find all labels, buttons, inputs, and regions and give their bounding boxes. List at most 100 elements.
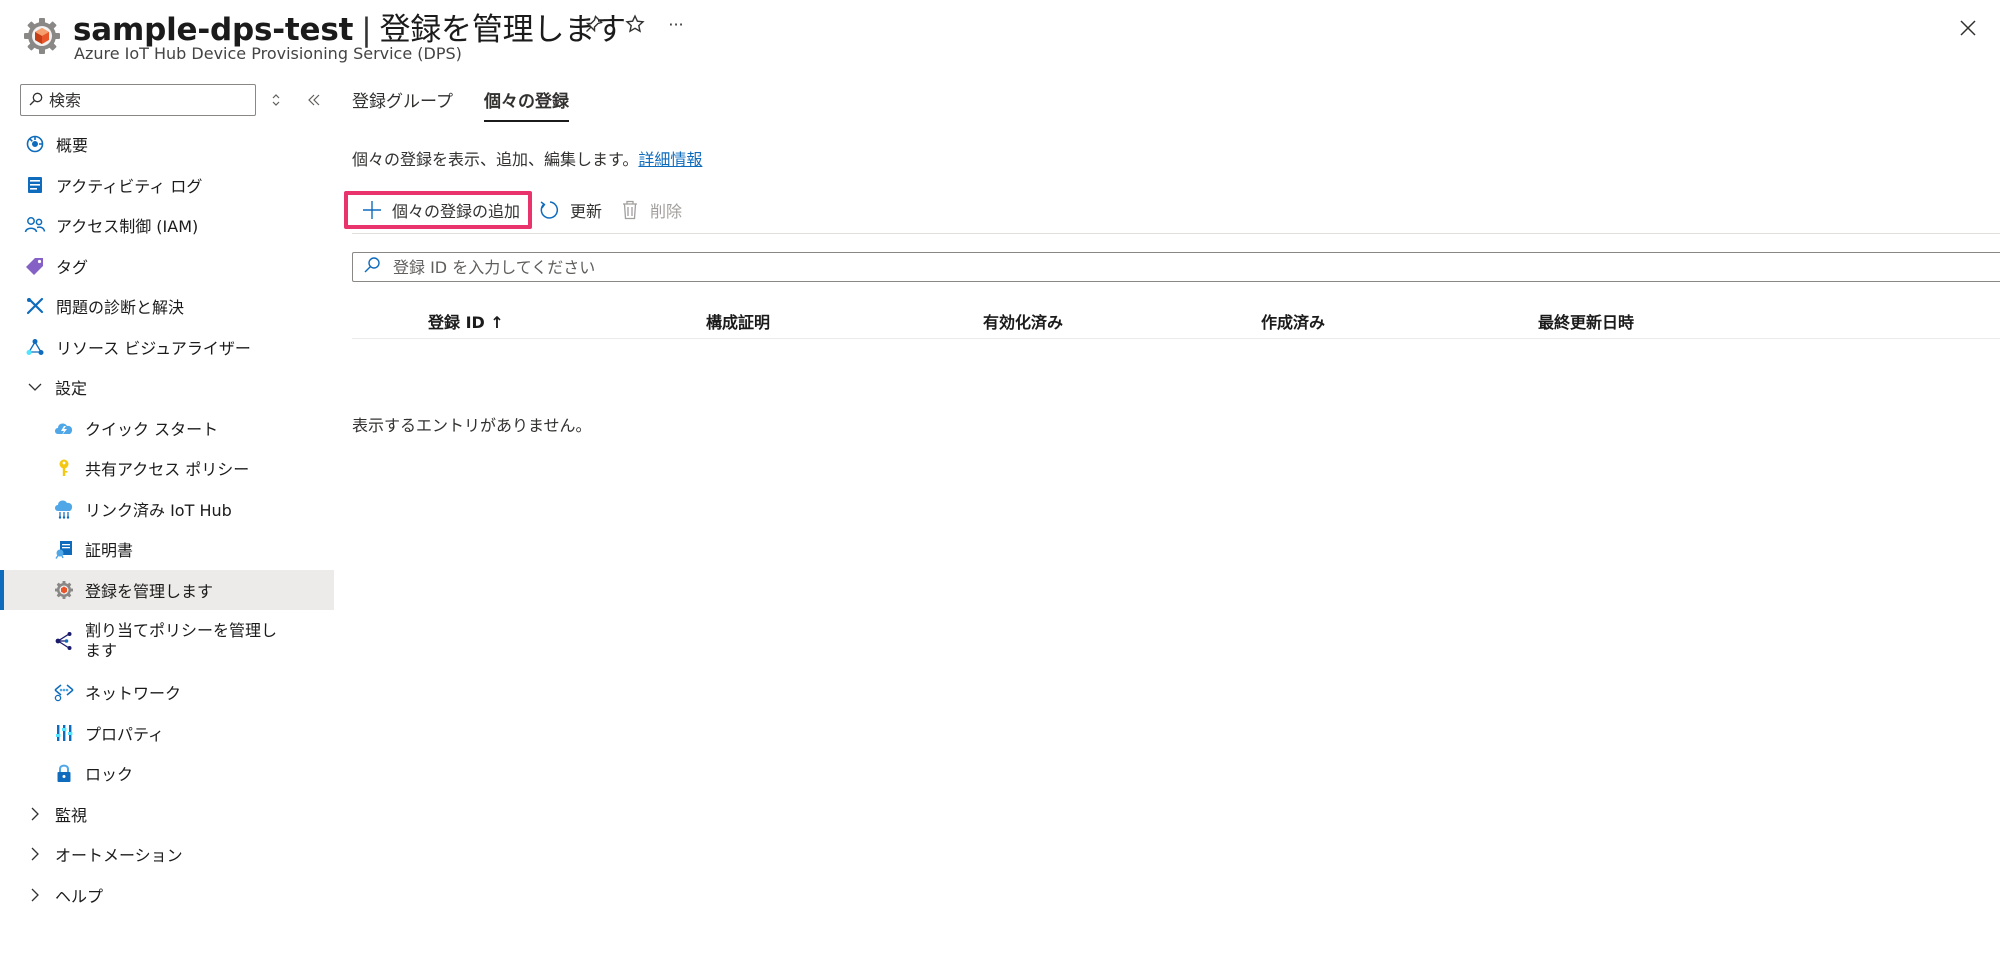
- menu-item-label: 概要: [56, 136, 89, 156]
- tag-icon: [24, 255, 46, 277]
- menu-item-label: タグ: [56, 257, 89, 277]
- command-bar: 個々の登録の追加 更新 削除: [344, 190, 692, 230]
- dps-resource-icon: [22, 16, 62, 56]
- activity-log-icon: [24, 174, 46, 196]
- column-header-attestation[interactable]: 構成証明: [706, 309, 770, 333]
- menu-item-activity-log[interactable]: アクティビティ ログ: [0, 165, 334, 206]
- menu-item-networking[interactable]: ネットワーク: [0, 672, 334, 713]
- menu-item-overview[interactable]: 概要: [0, 124, 334, 165]
- menu-item-quick-start[interactable]: クイック スタート: [0, 408, 334, 449]
- menu-item-locks[interactable]: ロック: [0, 753, 334, 794]
- menu-group-help[interactable]: ヘルプ: [0, 875, 334, 916]
- column-header-created[interactable]: 作成済み: [1261, 309, 1325, 333]
- menu-item-diagnose[interactable]: 問題の診断と解決: [0, 286, 334, 327]
- refresh-icon: [538, 198, 562, 222]
- empty-table-message: 表示するエントリがありません。: [352, 416, 592, 435]
- allocation-icon: [53, 630, 75, 652]
- lock-icon: [53, 762, 75, 784]
- tab-individual-enrollments[interactable]: 個々の登録: [483, 80, 569, 122]
- enrollment-tabs: 登録グループ 個々の登録: [352, 80, 600, 124]
- menu-item-label: クイック スタート: [85, 419, 219, 439]
- menu-item-label: リンク済み IoT Hub: [85, 500, 232, 520]
- menu-item-tags[interactable]: タグ: [0, 246, 334, 287]
- menu-group-automation[interactable]: オートメーション: [0, 834, 334, 875]
- learn-more-link[interactable]: 詳細情報: [638, 150, 702, 169]
- refresh-button-label: 更新: [570, 202, 603, 221]
- menu-item-label: 証明書: [85, 541, 134, 561]
- page-title: sample-dps-test | 登録を管理します: [73, 4, 626, 49]
- search-icon: [363, 256, 381, 278]
- menu-item-label: 共有アクセス ポリシー: [85, 460, 250, 480]
- pin-icon[interactable]: [580, 10, 608, 38]
- menu-item-label: プロパティ: [85, 724, 165, 744]
- page-subtitle: Azure IoT Hub Device Provisioning Servic…: [74, 44, 462, 63]
- menu-item-certificates[interactable]: 証明書: [0, 529, 334, 570]
- add-individual-enrollment-button[interactable]: 個々の登録の追加: [344, 191, 533, 229]
- registration-id-filter-input[interactable]: [393, 257, 1893, 277]
- enrollment-filter-box[interactable]: [352, 252, 2000, 282]
- menu-group-label: 設定: [55, 379, 88, 399]
- chevron-right-icon: [24, 803, 46, 825]
- main-content: 登録グループ 個々の登録 個々の登録を表示、追加、編集します。詳細情報 個々の登…: [344, 80, 2000, 965]
- overview-icon: [24, 133, 46, 155]
- menu-item-resource-visualizer[interactable]: リソース ビジュアライザー: [0, 327, 334, 368]
- more-options-icon[interactable]: ···: [662, 10, 690, 38]
- star-icon[interactable]: [621, 10, 649, 38]
- table-header: 登録 ID ↑ 構成証明 有効化済み 作成済み 最終更新日時: [352, 305, 2000, 339]
- chevron-right-icon: [24, 843, 46, 865]
- menu-item-manage-enrollments[interactable]: 登録を管理します: [0, 569, 334, 610]
- resource-menu: 概要 アクティビティ ログ アクセス制御 (IAM): [0, 80, 334, 965]
- menu-item-label: アクセス制御 (IAM): [56, 217, 199, 237]
- quickstart-icon: [53, 417, 75, 439]
- menu-item-shared-access-policies[interactable]: 共有アクセス ポリシー: [0, 448, 334, 489]
- menu-item-label: ロック: [85, 765, 134, 785]
- add-button-label: 個々の登録の追加: [392, 202, 521, 221]
- visualizer-icon: [24, 336, 46, 358]
- menu-search-box[interactable]: [20, 84, 256, 116]
- menu-item-access-control[interactable]: アクセス制御 (IAM): [0, 205, 334, 246]
- menu-search-input[interactable]: [49, 90, 239, 110]
- properties-icon: [53, 722, 75, 744]
- page-description: 個々の登録を表示、追加、編集します。詳細情報: [352, 146, 702, 170]
- chevron-right-icon: [24, 884, 46, 906]
- menu-group-label: ヘルプ: [55, 886, 104, 906]
- menu-group-monitoring[interactable]: 監視: [0, 794, 334, 835]
- delete-button[interactable]: 削除: [612, 192, 692, 228]
- menu-item-properties[interactable]: プロパティ: [0, 713, 334, 754]
- gear-icon: [53, 579, 75, 601]
- title-separator: |: [361, 12, 372, 48]
- certificate-icon: [53, 538, 75, 560]
- menu-item-label: 登録を管理します: [85, 581, 214, 601]
- column-header-last-updated[interactable]: 最終更新日時: [1538, 309, 1634, 333]
- menu-item-label: 割り当てポリシーを管理します: [85, 621, 278, 660]
- plus-icon: [360, 198, 384, 222]
- tab-enrollment-groups[interactable]: 登録グループ: [352, 80, 453, 120]
- key-icon: [53, 457, 75, 479]
- column-header-registration-id[interactable]: 登録 ID ↑: [428, 309, 504, 333]
- menu-group-label: オートメーション: [55, 846, 183, 866]
- chevron-down-icon: [24, 376, 46, 398]
- menu-item-label: アクティビティ ログ: [56, 176, 203, 196]
- menu-item-label: リソース ビジュアライザー: [56, 338, 251, 358]
- menu-group-settings[interactable]: 設定: [0, 367, 334, 408]
- menu-group-label: 監視: [55, 805, 88, 825]
- sort-toggle-icon[interactable]: [264, 88, 288, 112]
- refresh-button[interactable]: 更新: [532, 192, 612, 228]
- collapse-menu-icon[interactable]: [302, 88, 326, 112]
- trash-icon: [618, 198, 642, 222]
- description-text: 個々の登録を表示、追加、編集します。: [352, 150, 639, 169]
- column-header-enabled[interactable]: 有効化済み: [983, 309, 1063, 333]
- menu-item-label: 問題の診断と解決: [56, 298, 185, 318]
- menu-item-manage-allocation-policy[interactable]: 割り当てポリシーを管理します: [0, 610, 334, 672]
- close-icon[interactable]: [1952, 12, 1984, 44]
- resource-name: sample-dps-test: [73, 12, 354, 48]
- toolbar-divider: [352, 233, 2000, 234]
- menu-list: 概要 アクティビティ ログ アクセス制御 (IAM) タグ 問題の診断と解決 リ…: [0, 124, 334, 915]
- network-icon: [53, 681, 75, 703]
- blade-header: sample-dps-test | 登録を管理します Azure IoT Hub D…: [0, 0, 2000, 72]
- iot-hub-icon: [53, 498, 75, 520]
- diagnose-icon: [24, 295, 46, 317]
- menu-item-linked-iot-hub[interactable]: リンク済み IoT Hub: [0, 489, 334, 530]
- delete-button-label: 削除: [650, 202, 683, 221]
- menu-item-label: ネットワーク: [85, 684, 182, 704]
